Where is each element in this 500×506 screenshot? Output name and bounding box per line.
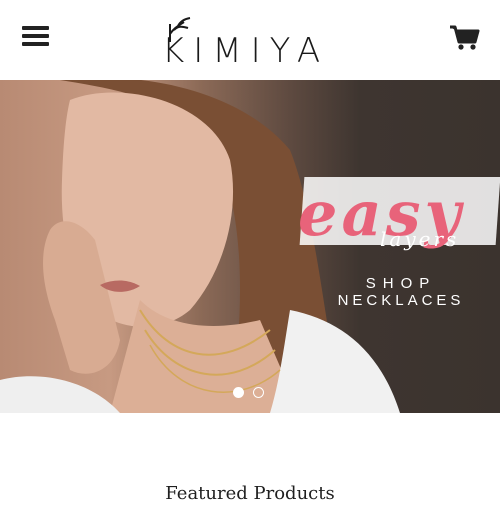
slide-indicators (233, 387, 273, 399)
cart-button[interactable] (448, 24, 480, 52)
logo-text: KIMIYA (162, 31, 330, 71)
promo-cta-line1: SHOP (365, 275, 437, 292)
promo-subhead: layers (380, 227, 460, 251)
site-logo[interactable]: KIMIYA (160, 14, 340, 68)
promo-overlay: easy layers SHOP NECKLACES (298, 175, 500, 315)
promo-cta-line2: NECKLACES (337, 292, 465, 309)
cart-icon (450, 25, 480, 50)
hero-banner[interactable]: easy layers SHOP NECKLACES (0, 80, 500, 413)
menu-button[interactable] (22, 26, 50, 48)
slide-dot-1[interactable] (233, 387, 244, 398)
site-header: KIMIYA (0, 0, 500, 80)
slide-dot-2[interactable] (253, 387, 264, 398)
hamburger-menu-icon (22, 26, 49, 30)
featured-products-heading: Featured Products (165, 483, 335, 504)
